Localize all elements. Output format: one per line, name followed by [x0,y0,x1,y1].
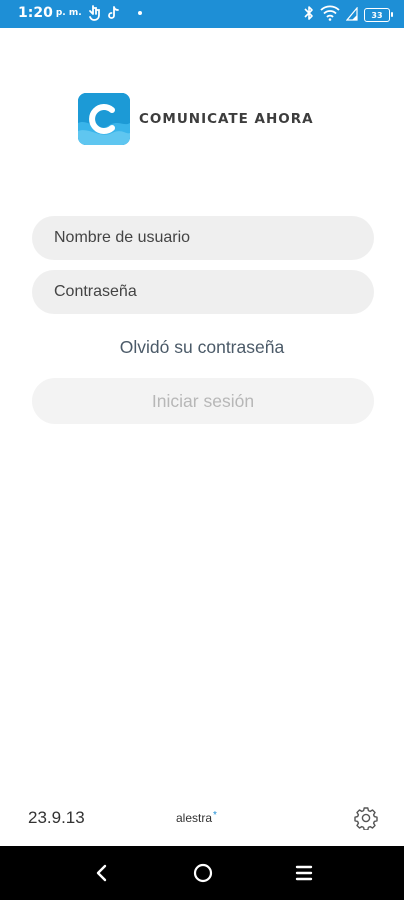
status-right: 33 [304,5,393,25]
login-button-label: Iniciar sesión [151,390,255,411]
tiktok-icon [107,6,120,20]
brand-logo: alestra * [176,810,217,825]
brand-mark: * [213,810,217,821]
status-time: 1:20 [18,5,53,21]
settings-gear-icon[interactable] [354,806,378,831]
password-placeholder: Contraseña [54,283,137,300]
brand-name: alestra [176,811,213,825]
back-icon[interactable] [88,859,116,887]
username-placeholder: Nombre de usuario [54,229,191,246]
logo-mark-icon [78,93,130,145]
password-input[interactable]: Contraseña [32,270,374,314]
app-logo: COMUNICATE AHORA [78,93,314,145]
battery-icon: 33 [364,8,393,22]
notification-dot-icon [137,11,142,15]
home-icon[interactable] [189,859,217,887]
signal-icon [345,5,358,25]
status-left: 1:20 p. m. [18,5,142,21]
logo-name: COMUNICATE AHORA [139,111,314,127]
status-am-pm: p. m. [55,8,82,18]
logo-c-icon [78,93,130,145]
status-bar: 1:20 p. m. 33 [0,0,404,28]
username-input[interactable]: Nombre de usuario [32,216,374,260]
system-navigation-bar [0,846,404,900]
recent-apps-icon[interactable] [290,859,318,887]
login-button[interactable]: Iniciar sesión [32,378,374,424]
forgot-password-link[interactable]: Olvidó su contraseña [0,337,404,358]
wifi-icon [320,5,340,25]
app-version: 23.9.13 [28,808,85,827]
hand-gesture-icon [88,5,102,21]
battery-level: 33 [371,10,383,20]
bluetooth-icon [304,5,314,25]
